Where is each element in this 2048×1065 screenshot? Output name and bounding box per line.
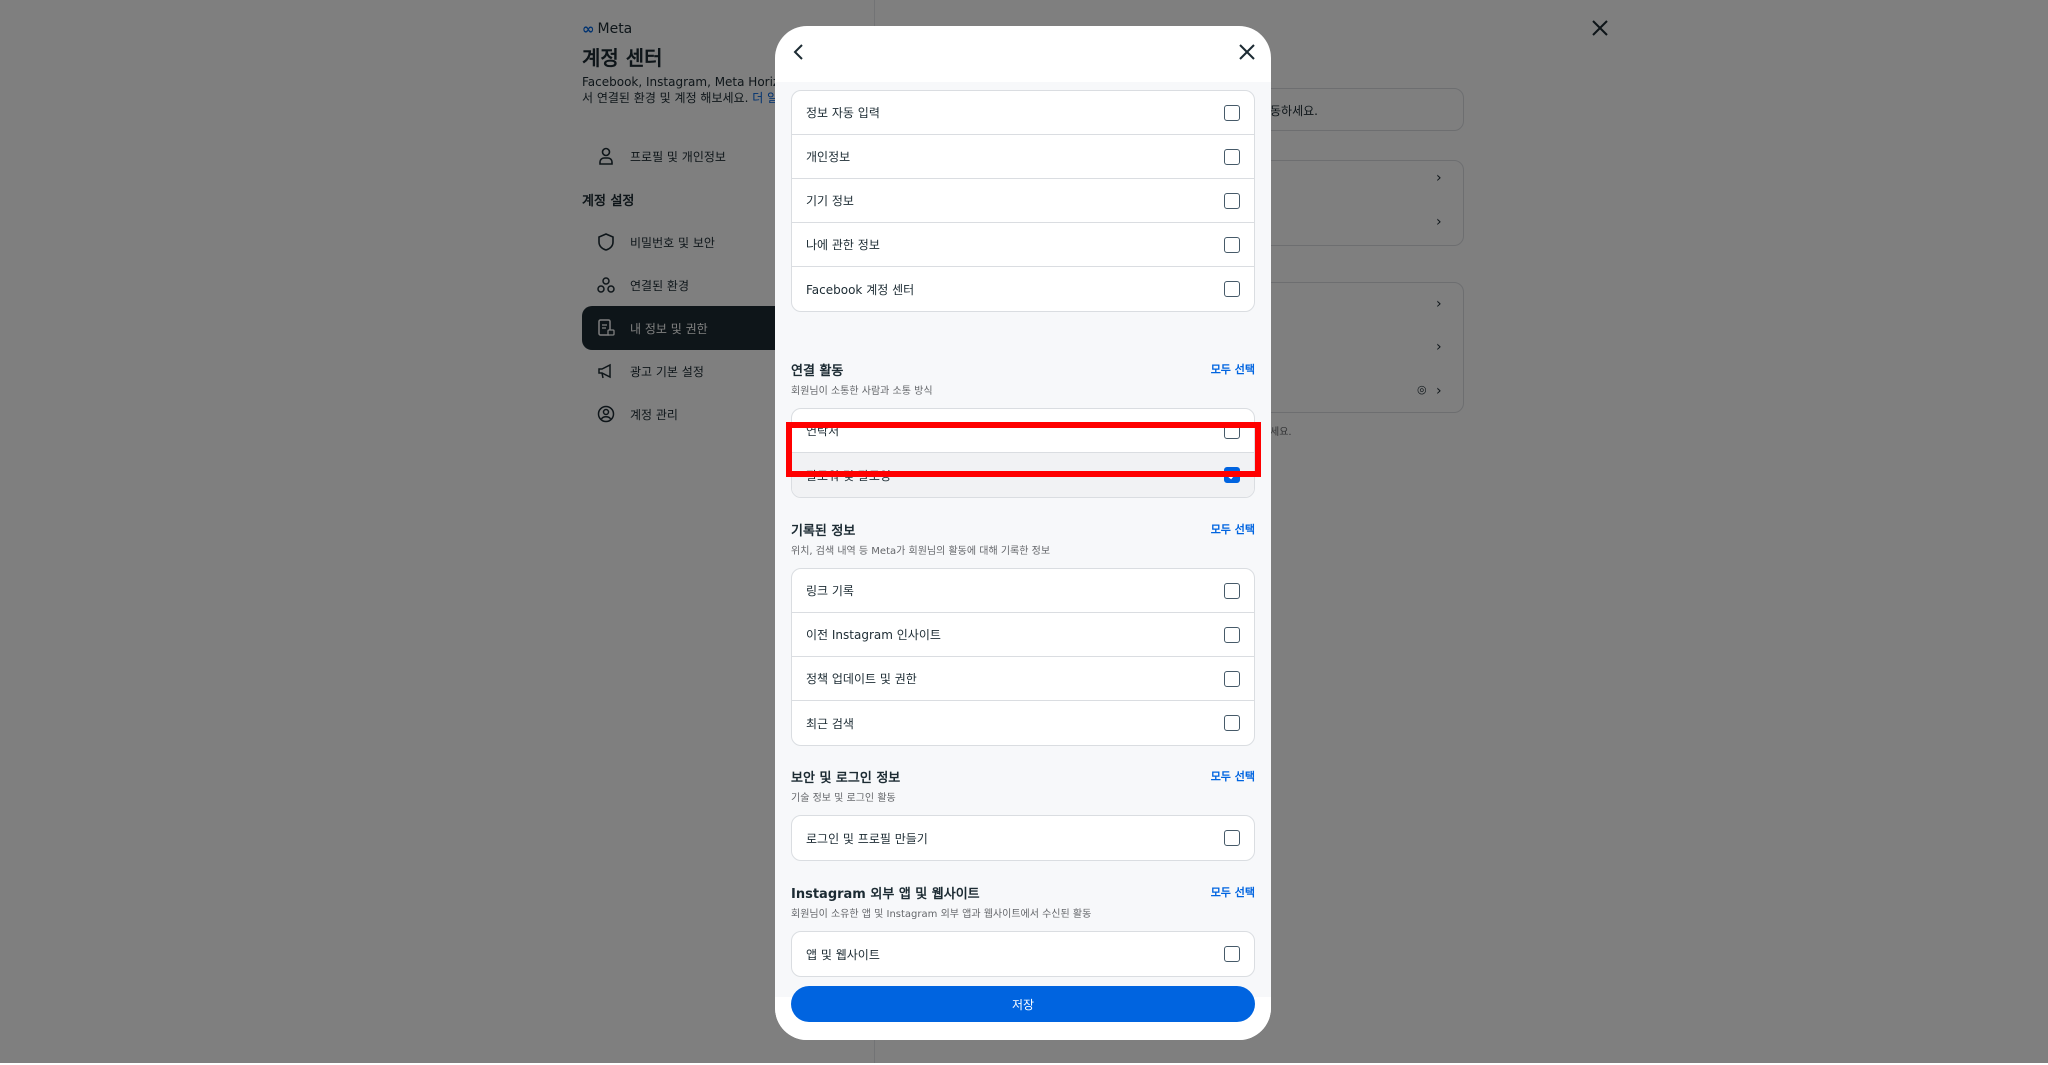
option-label: 개인정보 <box>806 150 851 164</box>
option-label: 정보 자동 입력 <box>806 106 880 120</box>
option-row[interactable]: Facebook 계정 센터 <box>792 267 1254 311</box>
checkbox[interactable] <box>1224 830 1240 846</box>
off-instagram-group: 앱 및 웹사이트 <box>791 931 1255 977</box>
option-row[interactable]: 기기 정보 <box>792 179 1254 223</box>
section-subtitle: 회원님이 소유한 앱 및 Instagram 외부 앱과 웹사이트에서 수신된 … <box>791 909 1092 920</box>
option-label: 나에 관한 정보 <box>806 238 880 252</box>
option-label: 앱 및 웹사이트 <box>806 947 880 962</box>
option-label: 이전 Instagram 인사이트 <box>806 628 941 642</box>
option-label: 최근 검색 <box>806 716 854 731</box>
option-label: 로그인 및 프로필 만들기 <box>806 831 928 846</box>
option-row[interactable]: 이전 Instagram 인사이트 <box>792 613 1254 657</box>
checkbox[interactable] <box>1224 626 1240 643</box>
select-all-link[interactable]: 모두 선택 <box>1211 521 1255 537</box>
security-login-group: 로그인 및 프로필 만들기 <box>791 815 1255 861</box>
checkbox[interactable] <box>1224 104 1240 121</box>
section-subtitle: 기술 정보 및 로그인 활동 <box>791 793 896 804</box>
close-icon <box>1239 44 1255 60</box>
checkbox[interactable] <box>1224 715 1240 731</box>
checkbox[interactable] <box>1224 236 1240 253</box>
option-row[interactable]: 로그인 및 프로필 만들기 <box>792 816 1254 860</box>
option-row[interactable]: 개인정보 <box>792 135 1254 179</box>
section-title: Instagram 외부 앱 및 웹사이트 <box>791 887 980 902</box>
checkbox[interactable] <box>1224 148 1240 165</box>
select-all-link[interactable]: 모두 선택 <box>1211 884 1255 900</box>
section-title: 기록된 정보 <box>791 524 856 539</box>
save-button[interactable]: 저장 <box>791 986 1255 1022</box>
section-title: 연결 활동 <box>791 364 844 379</box>
option-row[interactable]: 최근 검색 <box>792 701 1254 745</box>
checkbox[interactable] <box>1224 946 1240 962</box>
chevron-left-icon <box>793 44 803 60</box>
close-button[interactable] <box>1235 40 1259 64</box>
back-button[interactable] <box>787 40 811 64</box>
option-row[interactable]: 링크 기록 <box>792 569 1254 613</box>
select-all-link[interactable]: 모두 선택 <box>1211 768 1255 784</box>
checkbox[interactable] <box>1224 670 1240 687</box>
download-info-modal: 정보 자동 입력 개인정보 기기 정보 나에 관한 정보 Facebook 계정… <box>775 26 1271 1040</box>
checkbox[interactable] <box>1224 192 1240 209</box>
option-row[interactable]: 정책 업데이트 및 권한 <box>792 657 1254 701</box>
section-subtitle: 회원님이 소통한 사람과 소통 방식 <box>791 386 933 397</box>
modal-header <box>775 26 1271 82</box>
option-row[interactable]: 정보 자동 입력 <box>792 91 1254 135</box>
checkbox[interactable] <box>1224 281 1240 297</box>
checkbox[interactable] <box>1224 582 1240 599</box>
option-label: 링크 기록 <box>806 584 854 598</box>
logged-info-group: 링크 기록 이전 Instagram 인사이트 정책 업데이트 및 권한 최근 … <box>791 568 1255 746</box>
highlight-annotation-box <box>786 422 1261 477</box>
section-title: 보안 및 로그인 정보 <box>791 771 901 786</box>
section-subtitle: 위치, 검색 내역 등 Meta가 회원님의 활동에 대해 기록한 정보 <box>791 546 1051 557</box>
option-row[interactable]: 앱 및 웹사이트 <box>792 932 1254 976</box>
info-options-group: 정보 자동 입력 개인정보 기기 정보 나에 관한 정보 Facebook 계정… <box>791 90 1255 312</box>
option-label: Facebook 계정 센터 <box>806 282 915 297</box>
select-all-link[interactable]: 모두 선택 <box>1211 361 1255 377</box>
options-scroll-area[interactable]: 정보 자동 입력 개인정보 기기 정보 나에 관한 정보 Facebook 계정… <box>775 82 1271 997</box>
option-label: 정책 업데이트 및 권한 <box>806 672 917 686</box>
option-label: 기기 정보 <box>806 194 854 208</box>
option-row[interactable]: 나에 관한 정보 <box>792 223 1254 267</box>
